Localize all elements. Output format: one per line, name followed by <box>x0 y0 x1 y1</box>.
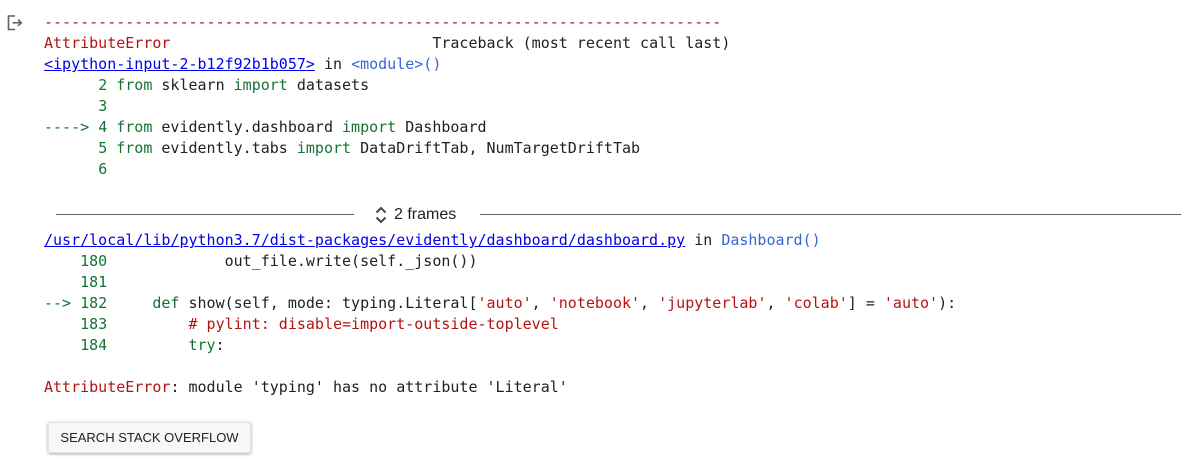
source-link[interactable]: /usr/local/lib/python3.7/dist-packages/e… <box>44 231 685 249</box>
keyword: from <box>116 139 153 157</box>
line-number: 182 <box>80 294 108 312</box>
string-literal: 'jupyterlab' <box>658 294 767 312</box>
string-literal: 'auto' <box>883 294 939 312</box>
keyword: import <box>296 139 352 157</box>
header-spacer <box>170 34 432 52</box>
code-line: 181 <box>44 273 107 291</box>
current-line-arrow: ----> <box>44 118 99 136</box>
code-line: 184 try: <box>80 336 225 354</box>
code-line: 3 <box>44 97 107 115</box>
function-name: Dashboard() <box>721 231 821 249</box>
frames-toggle[interactable]: 2 frames <box>374 203 456 227</box>
error-message: : module 'typing' has no attribute 'Lite… <box>170 378 568 396</box>
line-number: 5 <box>98 139 108 157</box>
current-line-arrow: --> <box>44 294 81 312</box>
output-arrow-icon <box>7 15 23 31</box>
code-comment: # pylint: disable=import-outside-topleve… <box>188 315 559 333</box>
traceback-label: Traceback (most recent call last) <box>432 34 731 52</box>
divider-line <box>480 214 1181 215</box>
line-number: 180 <box>80 252 108 270</box>
unfold-icon <box>375 206 387 224</box>
source-link[interactable]: <ipython-input-2-b12f92b1b057> <box>44 55 315 73</box>
code-line: 183 # pylint: disable=import-outside-top… <box>44 315 559 333</box>
traceback-frame: /usr/local/lib/python3.7/dist-packages/e… <box>44 230 956 398</box>
code-line-current: ----> 4 from evidently.dashboard import … <box>44 118 487 136</box>
code-line-current: --> 182 def show(self, mode: typing.Lite… <box>44 294 957 312</box>
code-line: 180 out_file.write(self._json()) <box>80 252 478 270</box>
line-number: 3 <box>98 97 108 115</box>
code-line: 6 <box>44 160 107 178</box>
keyword: from <box>116 76 153 94</box>
code-line: 5 from evidently.tabs import DataDriftTa… <box>98 139 641 157</box>
line-number: 184 <box>80 336 108 354</box>
string-literal: 'auto' <box>477 294 532 312</box>
line-number: 2 <box>98 76 108 94</box>
function-name: <module>() <box>351 55 442 73</box>
error-name: AttributeError <box>44 378 171 396</box>
keyword: import <box>233 76 288 94</box>
code-line: 2 from sklearn import datasets <box>98 76 370 94</box>
frames-label: 2 frames <box>394 206 457 223</box>
line-number: 181 <box>80 273 108 291</box>
frames-divider: 2 frames <box>56 203 1181 227</box>
in-keyword: in <box>314 55 352 73</box>
in-keyword: in <box>685 231 722 249</box>
error-line: AttributeError: module 'typing' has no a… <box>44 378 568 396</box>
traceback-output: ----------------------------------------… <box>44 12 730 180</box>
line-number: 4 <box>98 118 108 136</box>
keyword: import <box>342 118 397 136</box>
line-number: 183 <box>80 315 108 333</box>
error-name: AttributeError <box>44 34 171 52</box>
string-literal: 'notebook' <box>549 294 641 312</box>
keyword: from <box>116 118 153 136</box>
traceback-rule: ----------------------------------------… <box>44 13 722 31</box>
search-stack-overflow-button[interactable]: SEARCH STACK OVERFLOW <box>48 422 251 453</box>
divider-line <box>56 214 354 215</box>
line-number: 6 <box>98 160 108 178</box>
string-literal: 'colab' <box>784 294 848 312</box>
keyword: def <box>152 294 180 312</box>
keyword: try <box>188 336 216 354</box>
